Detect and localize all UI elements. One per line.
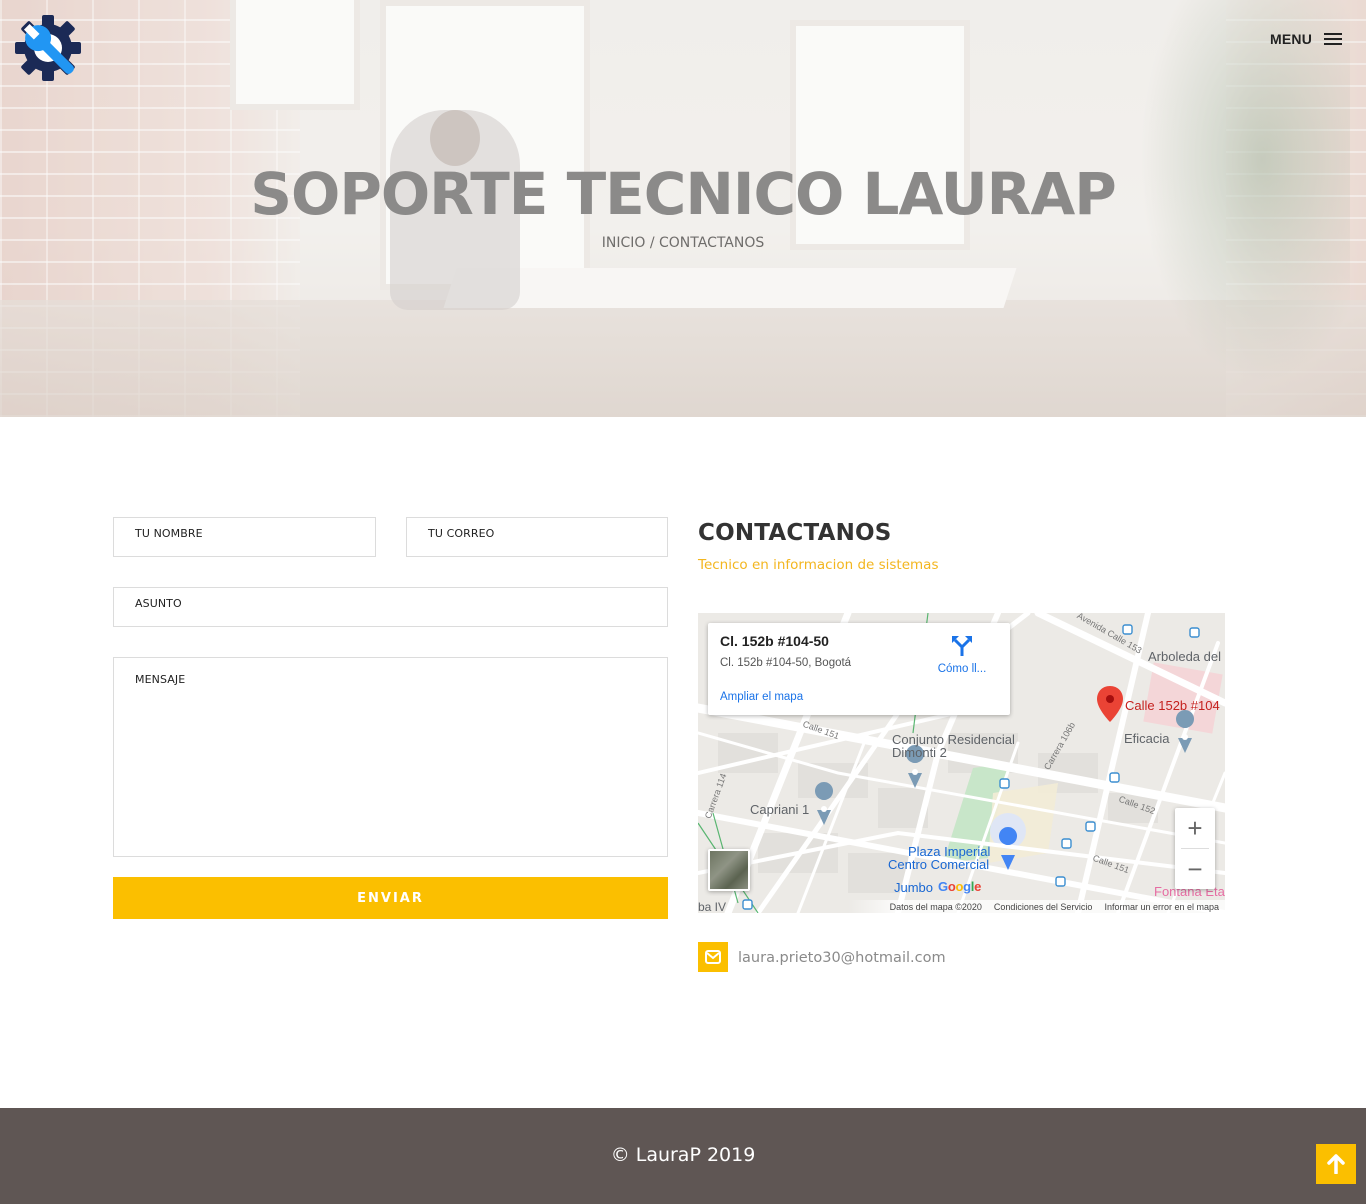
zoom-out-button[interactable]: − [1175, 849, 1215, 889]
name-field[interactable]: TU NOMBRE [113, 517, 376, 557]
map-data-credit: Datos del mapa ©2020 [889, 901, 982, 912]
gear-wrench-icon[interactable] [14, 14, 82, 82]
map-place-ba-iv: ba IV [698, 900, 727, 913]
map-place-eficacia: Eficacia [1124, 731, 1170, 746]
directions-icon [952, 636, 972, 656]
directions-button[interactable]: Cómo ll... [932, 635, 992, 675]
message-field-placeholder: MENSAJE [135, 673, 186, 686]
contact-subtitle: Tecnico en informacion de sistemas [698, 557, 939, 573]
name-field-placeholder: TU NOMBRE [135, 527, 203, 540]
scroll-to-top-button[interactable] [1316, 1144, 1356, 1184]
zoom-control: + − [1175, 808, 1215, 889]
menu-button[interactable]: MENU [1270, 31, 1343, 47]
email-field[interactable]: TU CORREO [406, 517, 668, 557]
hamburger-icon [1324, 33, 1343, 45]
report-error-link[interactable]: Informar un error en el mapa [1104, 902, 1219, 912]
subject-field[interactable]: ASUNTO [113, 587, 668, 627]
hero-banner: MENU SOPORTE TECNICO LAURAP INICIO / CON… [0, 0, 1366, 417]
embedded-map[interactable]: Arboleda del Calle 152b #104 Eficacia Co… [698, 613, 1225, 913]
map-card-address: Cl. 152b #104-50, Bogotá [720, 657, 852, 669]
menu-label: MENU [1270, 31, 1313, 47]
message-field[interactable]: MENSAJE [113, 657, 668, 857]
subject-field-placeholder: ASUNTO [135, 597, 182, 610]
breadcrumb-home-link[interactable]: INICIO [602, 235, 646, 251]
breadcrumb-separator: / [645, 235, 659, 251]
google-logo: Google [938, 879, 982, 894]
map-place-plaza-2: Centro Comercial [888, 857, 990, 872]
breadcrumb-current: CONTACTANOS [659, 235, 765, 251]
map-place-card: Cl. 152b #104-50 Cl. 152b #104-50, Bogot… [708, 623, 1010, 715]
map-marker-label: Calle 152b #104 [1125, 698, 1220, 713]
arrow-up-icon [1327, 1154, 1345, 1174]
copyright-text: © LauraP 2019 [610, 1144, 756, 1166]
breadcrumb: INICIO / CONTACTANOS [0, 235, 1366, 251]
contact-title: CONTACTANOS [698, 520, 892, 546]
map-attribution: Datos del mapa ©2020 Condiciones del Ser… [848, 900, 1225, 913]
envelope-icon [698, 942, 728, 972]
map-card-title: Cl. 152b #104-50 [720, 633, 829, 649]
send-button[interactable]: ENVIAR [113, 877, 668, 919]
zoom-in-button[interactable]: + [1175, 808, 1215, 848]
contact-email-link[interactable]: laura.prieto30@hotmail.com [738, 950, 946, 966]
map-place-jumbo: Jumbo [894, 880, 934, 895]
map-place-capriani: Capriani 1 [750, 802, 810, 817]
directions-label: Cómo ll... [937, 663, 987, 675]
page-title: SOPORTE TECNICO LAURAP [250, 160, 1116, 228]
enlarge-map-link[interactable]: Ampliar el mapa [720, 691, 803, 703]
map-place-conjunto-2: Dimonti 2 [892, 745, 947, 760]
email-field-placeholder: TU CORREO [428, 527, 495, 540]
map-place-arboleda: Arboleda del [1148, 649, 1221, 664]
satellite-toggle[interactable] [708, 849, 750, 891]
terms-link[interactable]: Condiciones del Servicio [994, 902, 1093, 912]
